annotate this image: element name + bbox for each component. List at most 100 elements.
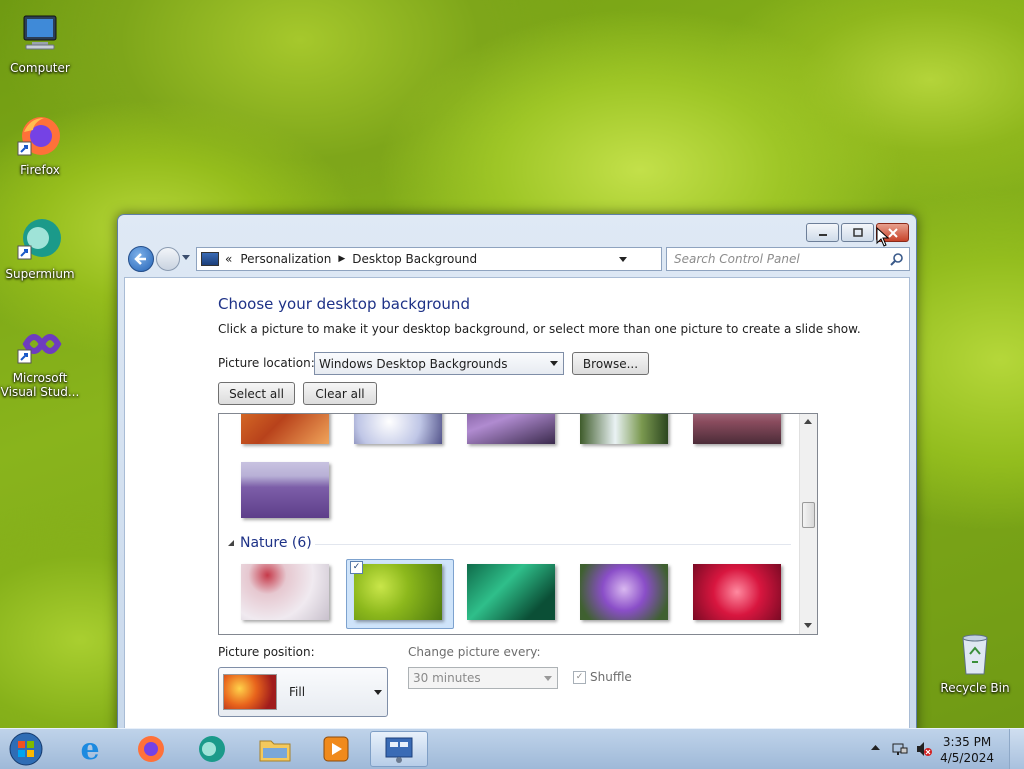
recent-pages-dropdown[interactable]	[182, 255, 190, 260]
desktop-icon-firefox[interactable]: Firefox	[0, 112, 80, 177]
select-all-button[interactable]: Select all	[218, 382, 295, 405]
change-picture-label: Change picture every:	[408, 645, 541, 659]
scroll-down-icon[interactable]	[804, 623, 812, 629]
volume-muted-icon[interactable]	[916, 741, 932, 757]
taskbar-internet-explorer[interactable]: e	[64, 731, 116, 767]
shuffle-label: Shuffle	[590, 670, 632, 684]
control-panel-icon	[385, 737, 413, 763]
forward-button[interactable]	[156, 247, 180, 271]
picture-position-select[interactable]: Fill	[218, 667, 388, 717]
breadcrumb-arrow-icon[interactable]: ▶	[338, 254, 345, 264]
window-controls	[806, 223, 909, 242]
firefox-icon	[138, 736, 164, 762]
address-bar[interactable]: « Personalization ▶ Desktop Background ⇆	[196, 247, 722, 271]
taskbar: e 3:35 PM 4/5/2024	[0, 728, 1024, 769]
folder-icon	[259, 740, 291, 762]
change-picture-value: 30 minutes	[413, 671, 481, 685]
scrollbar-thumb[interactable]	[802, 502, 815, 528]
address-dropdown-icon[interactable]	[619, 256, 627, 262]
thumbnail-white-flower[interactable]	[241, 564, 329, 620]
chevron-down-icon	[550, 361, 558, 366]
group-divider	[315, 544, 791, 545]
shuffle-checkbox: ✓ Shuffle	[573, 670, 632, 684]
thumbnail-cliff-dusk[interactable]	[693, 414, 781, 444]
taskbar-firefox[interactable]	[125, 731, 177, 767]
content-pane: Choose your desktop background Click a p…	[124, 277, 910, 735]
page-description: Click a picture to make it your desktop …	[218, 322, 861, 336]
change-picture-select: 30 minutes	[408, 667, 558, 689]
back-button[interactable]	[128, 246, 154, 272]
clock-time: 3:35 PM	[942, 735, 992, 749]
taskbar-control-panel[interactable]	[370, 731, 428, 767]
taskbar-media-player[interactable]	[310, 731, 362, 767]
clear-all-button[interactable]: Clear all	[303, 382, 377, 405]
computer-icon	[23, 15, 57, 50]
minimize-button[interactable]	[806, 223, 839, 242]
desktop-icon-label: Recycle Bin	[940, 681, 1010, 695]
browse-button[interactable]: Browse...	[572, 352, 649, 375]
group-title-nature[interactable]: Nature (6)	[240, 535, 312, 551]
desktop-icon-computer[interactable]: Computer	[0, 10, 80, 75]
checkbox-check-icon: ✓	[573, 670, 586, 684]
desktop-icon-label: Supermium	[5, 267, 75, 281]
desktop-icon-recycle-bin[interactable]: Recycle Bin	[935, 630, 1015, 695]
maximize-button[interactable]	[841, 223, 874, 242]
recycle-bin-icon	[962, 634, 988, 675]
thumbnail-river-falls[interactable]	[467, 414, 555, 444]
show-hidden-icons-icon[interactable]	[871, 745, 880, 751]
desktop-icon-label: Microsoft Visual Stud...	[0, 371, 80, 399]
desktop-icon-label: Firefox	[20, 163, 60, 177]
media-player-icon	[323, 736, 349, 762]
breadcrumb-item-personalization[interactable]: Personalization	[240, 252, 331, 266]
picture-position-value: Fill	[289, 685, 306, 699]
show-desktop-button[interactable]	[1009, 729, 1024, 769]
picture-position-label: Picture position:	[218, 645, 315, 659]
thumbnail-checkbox[interactable]: ✓	[350, 561, 363, 574]
thumbnail-ice-rocks[interactable]	[354, 414, 442, 444]
mouse-cursor-icon	[876, 227, 890, 247]
picture-position-preview	[223, 674, 277, 710]
search-icon[interactable]	[890, 252, 904, 266]
thumbnail-lavender-field[interactable]	[241, 462, 329, 518]
desktop-icon-visual-studio[interactable]: Microsoft Visual Stud...	[0, 320, 80, 399]
visual-studio-icon	[17, 334, 62, 364]
taskbar-supermium[interactable]	[186, 731, 238, 767]
arrow-left-icon	[134, 253, 146, 265]
breadcrumb-overflow[interactable]: «	[225, 252, 232, 266]
system-clock[interactable]: 3:35 PM 4/5/2024	[940, 734, 994, 766]
desktop-icon-label: Computer	[10, 61, 70, 75]
page-title: Choose your desktop background	[218, 295, 470, 313]
chevron-down-icon	[544, 675, 552, 681]
start-button[interactable]	[2, 731, 50, 767]
thumbnail-green-leaves[interactable]	[467, 564, 555, 620]
maximize-icon	[852, 228, 863, 237]
chevron-down-icon	[374, 689, 382, 695]
firefox-icon	[17, 117, 60, 156]
windows-logo-icon	[9, 732, 43, 766]
picture-location-label: Picture location:	[218, 356, 315, 370]
supermium-icon	[17, 219, 61, 260]
search-box[interactable]: Search Control Panel	[666, 247, 910, 271]
picture-location-value: Windows Desktop Backgrounds	[319, 356, 508, 371]
search-input[interactable]: Search Control Panel	[667, 252, 890, 266]
breadcrumb-item-desktop-background[interactable]: Desktop Background	[352, 252, 477, 266]
thumbnail-red-dahlia[interactable]	[693, 564, 781, 620]
picture-location-select[interactable]: Windows Desktop Backgrounds	[314, 352, 564, 375]
internet-explorer-icon: e	[80, 731, 100, 767]
navigation-bar: « Personalization ▶ Desktop Background ⇆…	[126, 246, 910, 272]
collapse-arrow-icon[interactable]	[228, 540, 235, 547]
taskbar-file-explorer[interactable]	[249, 731, 301, 767]
gallery-scrollbar[interactable]	[799, 414, 817, 634]
picture-gallery: Nature (6) ✓	[218, 413, 818, 635]
thumbnail-purple-thistle[interactable]	[580, 564, 668, 620]
network-icon[interactable]	[892, 741, 908, 757]
minimize-icon	[818, 233, 827, 236]
clock-date: 4/5/2024	[940, 751, 994, 765]
thumbnail-waterfall[interactable]	[580, 414, 668, 444]
desktop-icon-supermium[interactable]: Supermium	[0, 216, 80, 281]
supermium-icon	[199, 736, 225, 762]
scroll-up-icon[interactable]	[804, 419, 812, 425]
thumbnail-green-succulent[interactable]	[354, 564, 442, 620]
desktop-background-window: « Personalization ▶ Desktop Background ⇆…	[117, 214, 917, 736]
thumbnail-canyon[interactable]	[241, 414, 329, 444]
